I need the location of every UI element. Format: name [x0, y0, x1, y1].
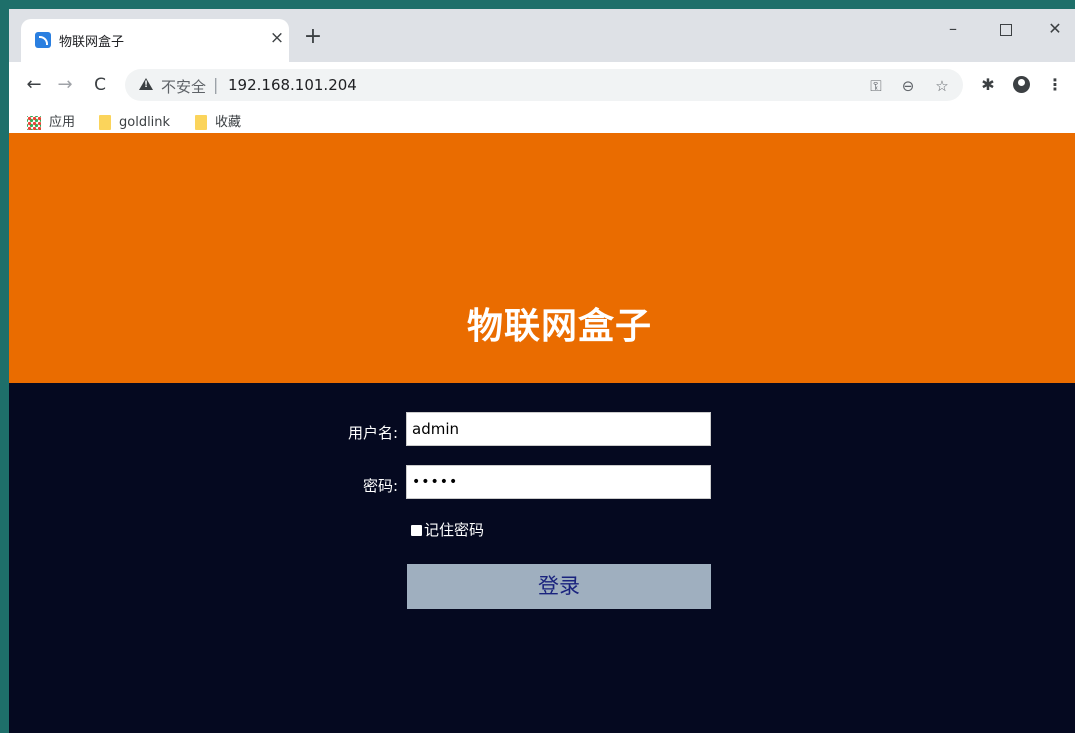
login-button[interactable]: 登录	[407, 564, 711, 609]
extensions-puzzle-icon[interactable]: ✱	[976, 73, 1000, 97]
header-banner: 物联网盒子	[9, 133, 1075, 383]
menu-button[interactable]: ⋮	[1043, 73, 1067, 97]
bookmark-favorites[interactable]: 收藏	[195, 113, 241, 133]
page-content: 物联网盒子 用户名: admin 密码: ••••• 记住密码 登录	[9, 133, 1075, 733]
bookmark-favorites-label: 收藏	[215, 115, 242, 130]
username-input[interactable]: admin	[406, 412, 711, 446]
warning-icon[interactable]	[139, 78, 153, 90]
login-form: 用户名: admin 密码: ••••• 记住密码 登录	[9, 383, 1075, 733]
address-bar[interactable]: 不安全 | 192.168.101.204 ⚿ ⊖ ☆	[125, 69, 963, 101]
tab-title: 物联网盒子	[59, 35, 125, 50]
apps-icon	[27, 115, 41, 130]
maximize-button[interactable]	[986, 19, 1026, 43]
folder-icon	[195, 115, 207, 130]
password-input[interactable]: •••••	[406, 465, 711, 499]
star-icon[interactable]: ☆	[931, 75, 953, 97]
username-label: 用户名:	[347, 424, 398, 442]
bookmark-goldlink[interactable]: goldlink	[99, 113, 170, 133]
new-tab-button[interactable]: +	[301, 26, 325, 50]
bookmark-apps-label: 应用	[49, 115, 76, 130]
browser-toolbar: ← → C 不安全 | 192.168.101.204 ⚿ ⊖ ☆ ✱ ⋮	[9, 62, 1075, 109]
zoom-icon[interactable]: ⊖	[897, 75, 919, 97]
url-separator: |	[213, 75, 219, 94]
back-button[interactable]: ←	[22, 73, 46, 97]
maximize-icon	[1000, 24, 1012, 36]
profile-icon[interactable]	[1009, 73, 1033, 97]
close-tab-icon[interactable]: ×	[267, 28, 287, 48]
browser-window: 物联网盒子 × + – ✕ ← → C 不安全 | 192.168.101.20…	[9, 9, 1075, 733]
url-text[interactable]: 192.168.101.204	[228, 76, 357, 94]
reload-button[interactable]: C	[88, 73, 112, 97]
key-icon[interactable]: ⚿	[865, 75, 887, 97]
bookmark-apps[interactable]: 应用	[27, 113, 75, 133]
tab-strip: 物联网盒子 × + – ✕	[9, 9, 1075, 62]
page-title: 物联网盒子	[466, 306, 652, 347]
folder-icon	[99, 115, 111, 130]
remember-label: 记住密码	[424, 521, 485, 539]
remember-password[interactable]: 记住密码	[411, 521, 484, 539]
close-window-button[interactable]: ✕	[1035, 19, 1075, 43]
forward-button[interactable]: →	[53, 73, 77, 97]
minimize-button[interactable]: –	[933, 19, 973, 43]
security-label[interactable]: 不安全	[161, 76, 206, 97]
rss-favicon-icon	[35, 32, 51, 48]
password-label: 密码:	[362, 477, 398, 495]
remember-checkbox[interactable]	[411, 525, 422, 536]
tab-active[interactable]: 物联网盒子 ×	[21, 19, 289, 62]
bookmark-goldlink-label: goldlink	[119, 115, 171, 130]
